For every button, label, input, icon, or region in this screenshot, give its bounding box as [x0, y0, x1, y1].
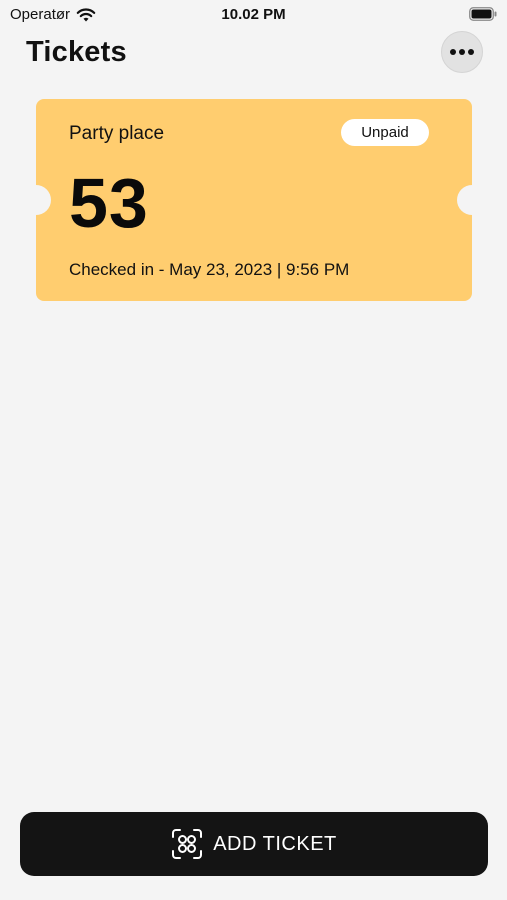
add-ticket-label: ADD TICKET: [213, 832, 337, 855]
battery-icon: [469, 7, 497, 21]
ticket-notch-right: [457, 185, 487, 215]
ticket-status-badge: Unpaid: [341, 119, 429, 146]
ticket-number: 53: [69, 164, 149, 242]
status-time: 10.02 PM: [221, 6, 286, 23]
more-options-button[interactable]: [441, 31, 483, 73]
more-icon-dot: [468, 49, 474, 55]
add-ticket-button[interactable]: ADD TICKET: [20, 812, 488, 876]
ticket-card[interactable]: Party place Unpaid 53 Checked in - May 2…: [21, 99, 487, 301]
tickets-screen: Operatør 10.02 PM Tickets Party place Un…: [0, 0, 507, 900]
more-icon: [450, 49, 456, 55]
scan-icon: [172, 829, 203, 859]
ticket-notch-left: [21, 185, 51, 215]
more-icon-dot: [459, 49, 465, 55]
ticket-event-name: Party place: [69, 123, 165, 144]
page-title: Tickets: [26, 36, 127, 68]
ticket-checkin-info: Checked in - May 23, 2023 | 9:56 PM: [69, 260, 350, 279]
status-bar: Operatør 10.02 PM: [0, 0, 507, 30]
